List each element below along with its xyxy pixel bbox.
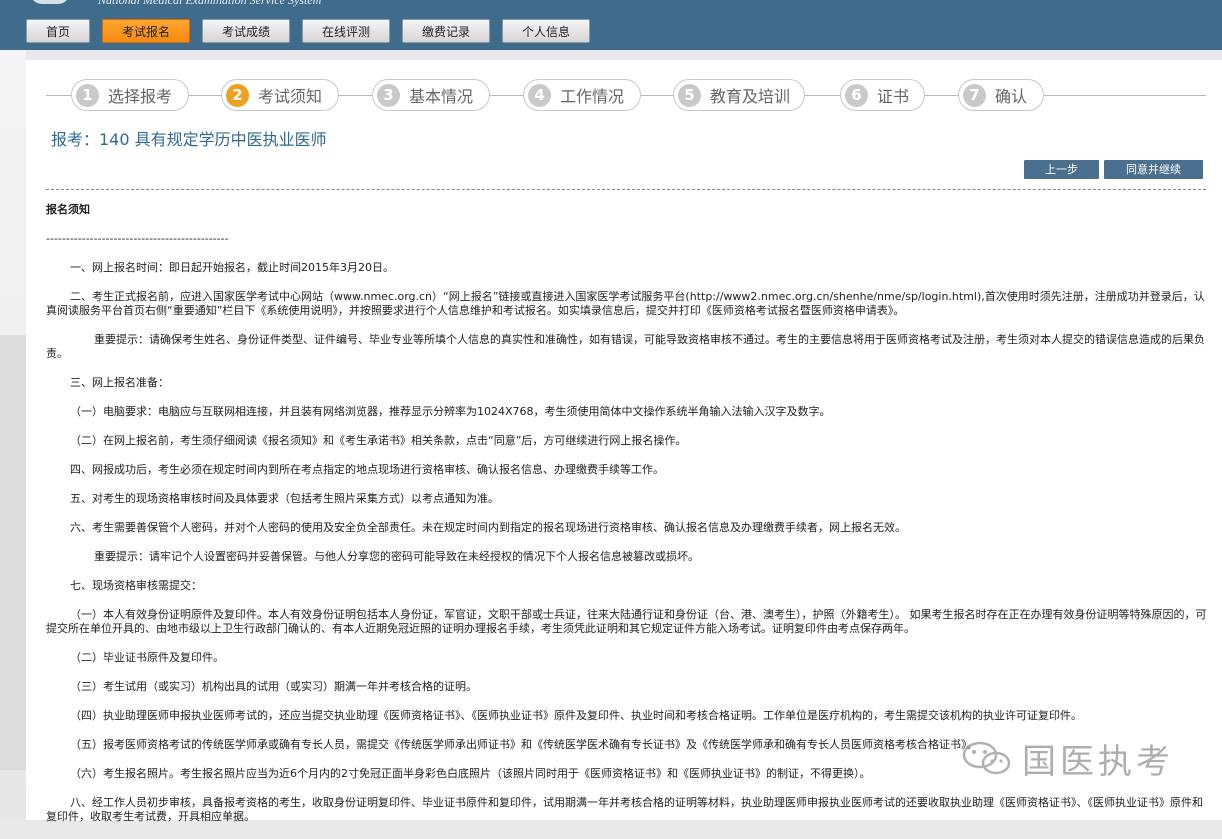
step-exam-notice[interactable]: 2 考试须知	[221, 79, 339, 111]
step-label: 选择报考	[108, 87, 173, 106]
step-label: 确认	[995, 87, 1028, 106]
step-label: 基本情况	[409, 87, 474, 106]
step-label: 教育及培训	[710, 87, 791, 106]
step-label: 考试须知	[258, 87, 323, 106]
step-basic-info[interactable]: 3 基本情况	[372, 79, 490, 111]
notice-paragraph: （四）执业助理医师申报执业医师考试的，还应当提交执业助理《医师资格证书》、《医师…	[70, 709, 1082, 722]
watermark: 国医执考	[958, 738, 1174, 782]
notice-paragraph: （二）在网上报名前，考生须仔细阅读《报名须知》和《考生承诺书》相关条款，点击“同…	[70, 434, 687, 447]
nav-exam-scores[interactable]: 考试成绩	[202, 19, 290, 43]
notice-paragraph: 重要提示：请牢记个人设置密码并妥善保管。与他人分享您的密码可能导致在未经授权的情…	[94, 550, 699, 563]
notice-paragraph: 四、网报成功后，考生必须在规定时间内到所在考点指定的地点现场进行资格审核、确认报…	[70, 463, 664, 476]
notice-paragraph: 重要提示：请确保考生姓名、身份证件类型、证件编号、毕业专业等所填个人信息的真实性…	[46, 333, 1205, 360]
step-number: 7	[963, 83, 986, 107]
top-header: National Medical Examination Service Sys…	[0, 0, 1222, 50]
nav-personal-info[interactable]: 个人信息	[502, 19, 590, 43]
step-number: 2	[226, 83, 249, 107]
notice-paragraph: 三、网上报名准备：	[70, 376, 169, 389]
notice-paragraph: 二、考生正式报名前，应进入国家医学考试中心网站（www.nmec.org.cn）…	[46, 290, 1205, 317]
nav-online-assessment[interactable]: 在线评测	[302, 19, 390, 43]
watermark-text: 国医执考	[1022, 741, 1174, 782]
nav-exam-registration[interactable]: 考试报名	[102, 19, 190, 43]
logo	[30, 0, 70, 4]
left-sidebar-strip	[0, 335, 26, 770]
notice-separator: ----------------------------------------…	[46, 232, 229, 245]
step-select-exam[interactable]: 1 选择报考	[71, 79, 189, 111]
step-number: 4	[528, 83, 551, 107]
step-label: 证书	[877, 87, 910, 106]
agree-continue-button[interactable]: 同意并继续	[1104, 160, 1203, 179]
step-confirm[interactable]: 7 确认	[958, 79, 1044, 111]
notice-paragraph: 五、对考生的现场资格审核时间及具体要求（包括考生照片采集方式）以考点通知为准。	[70, 492, 499, 505]
step-number: 6	[845, 83, 868, 107]
notice-paragraph: 一、网上报名时间：即日起开始报名，截止时间2015年3月20日。	[70, 261, 394, 274]
step-education-training[interactable]: 5 教育及培训	[673, 79, 805, 111]
notice-paragraph: （二）毕业证书原件及复印件。	[70, 651, 224, 664]
step-number: 3	[377, 83, 400, 107]
nav-payment-records[interactable]: 缴费记录	[402, 19, 490, 43]
notice-paragraph: 七、现场资格审核需提交：	[70, 579, 202, 592]
step-number: 5	[678, 83, 701, 107]
prev-step-button[interactable]: 上一步	[1024, 160, 1099, 179]
step-work-info[interactable]: 4 工作情况	[523, 79, 641, 111]
notice-paragraph: （一）电脑要求：电脑应与互联网相连接，并且装有网络浏览器，推荐显示分辨率为102…	[70, 405, 831, 418]
brand-subtitle: National Medical Examination Service Sys…	[98, 0, 322, 7]
main-content: 1 选择报考 2 考试须知 3 基本情况 4 工作情况 5 教育及培训 6 证书…	[26, 60, 1222, 823]
step-label: 工作情况	[560, 87, 625, 106]
wechat-icon	[962, 741, 1011, 775]
notice-heading: 报名须知	[46, 203, 90, 216]
notice-paragraph: 六、考生需要善保管个人密码，并对个人密码的使用及安全负全部责任。未在规定时间内到…	[70, 521, 906, 534]
step-certificates[interactable]: 6 证书	[840, 79, 925, 111]
notice-paragraph: （三）考生试用（或实习）机构出具的试用（或实习）期满一年并考核合格的证明。	[70, 680, 477, 693]
divider	[46, 189, 1206, 190]
step-number: 1	[76, 83, 99, 107]
nav-home[interactable]: 首页	[26, 19, 90, 43]
page-title: 报考：140 具有规定学历中医执业医师	[51, 130, 327, 149]
notice-paragraph: （一）本人有效身份证明原件及复印件。本人有效身份证明包括本人身份证，军官证，文职…	[46, 608, 1207, 635]
